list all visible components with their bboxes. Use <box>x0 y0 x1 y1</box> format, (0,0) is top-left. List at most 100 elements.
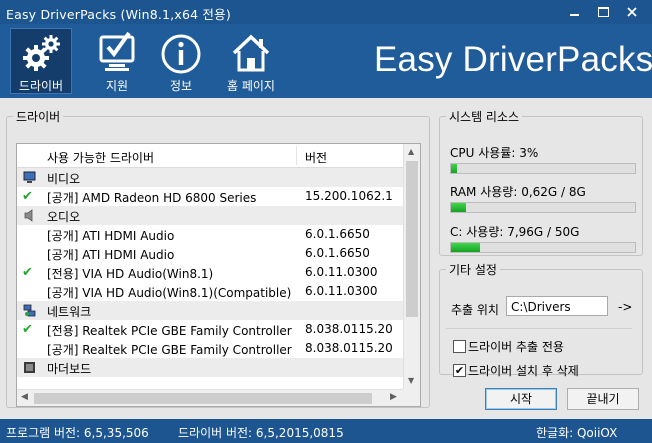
driver-version: 드라이버 버전: 6,5,2015,0815 <box>178 426 344 440</box>
close-button[interactable] <box>619 3 645 21</box>
driver-list[interactable]: 사용 가능한 드라이버 버전 비디오 ✔ [공개] AMD Radeon HD 68… <box>16 143 421 407</box>
driver-version: 8.038.0115.20 <box>305 322 393 336</box>
driver-version: 15.200.1062.1 <box>305 189 393 203</box>
driver-row[interactable]: ✔ [공개] AMD Radeon HD 6800 Series 15.200.10… <box>17 187 403 206</box>
driver-version: 6.0.11.0300 <box>305 265 378 279</box>
other-settings-title: 기타 설정 <box>449 263 497 277</box>
minimize-button[interactable] <box>561 3 587 21</box>
scroll-corner <box>403 389 420 406</box>
ram-usage-fill <box>451 203 466 212</box>
nav-label-drivers: 드라이버 <box>18 79 64 93</box>
driver-version: 6.0.1.6650 <box>305 227 370 241</box>
driver-name: [공개] ATI HDMI Audio <box>47 248 175 262</box>
nav-label-homepage: 홈 페이지 <box>227 79 275 93</box>
disk-usage-bar <box>450 242 636 253</box>
disk-usage-fill <box>451 243 481 252</box>
nav-label-info: 정보 <box>169 79 193 93</box>
maximize-icon <box>597 7 609 17</box>
status-bar: 프로그램 버전: 6,5,35,506 드라이버 버전: 6,5,2015,08… <box>0 419 652 443</box>
close-icon <box>627 7 637 17</box>
horizontal-scroll-thumb[interactable] <box>34 393 372 404</box>
start-button[interactable]: 시작 <box>485 388 557 410</box>
driver-row[interactable]: ✔ [전용] VIA HD Audio(Win8.1) 6.0.11.0300 <box>17 263 403 282</box>
driver-row[interactable]: [공개] Realtek PCIe GBE Family Controller 8… <box>17 339 403 358</box>
category-name: 마더보드 <box>47 362 92 376</box>
checkmark-monitor-icon <box>99 32 135 71</box>
other-settings-group: 기타 설정 추출 위치 C:\Drivers -> 드라이버 추출 전용 ✔ 드… <box>439 261 643 378</box>
category-name: 비디오 <box>47 172 81 186</box>
category-name: 네트워크 <box>47 305 92 319</box>
browse-path-button[interactable]: -> <box>618 300 632 314</box>
drivers-group: 드라이버 사용 가능한 드라이버 버전 비디오 ✔ [공개] AMD Radeon … <box>6 108 430 408</box>
minimize-icon <box>569 14 579 16</box>
driver-name: [공개] Realtek PCIe GBE Family Controller <box>47 343 292 357</box>
network-icon <box>23 304 36 317</box>
info-icon <box>161 34 201 74</box>
window-title: Easy DriverPacks (Win8.1,x64 전용) <box>6 7 231 22</box>
column-header-available-drivers[interactable]: 사용 가능한 드라이버 <box>47 149 154 166</box>
horizontal-scrollbar[interactable]: ◀ ▶ <box>17 389 403 406</box>
driver-version: 6.0.11.0300 <box>305 284 378 298</box>
brand-title: Easy DriverPacks <box>374 40 652 79</box>
driver-version: 6.0.1.6650 <box>305 246 370 260</box>
nav-drivers[interactable]: 드라이버 <box>10 28 72 94</box>
nav-support[interactable]: 지원 <box>86 28 148 94</box>
category-row[interactable]: 네트워크 <box>17 301 403 320</box>
exit-button[interactable]: 끝내기 <box>567 388 639 410</box>
driver-row[interactable]: [공개] VIA HD Audio(Win8.1)(Compatible) 6.0… <box>17 282 403 301</box>
vertical-scrollbar[interactable]: ▲ ▼ <box>403 144 420 389</box>
speaker-icon <box>23 209 36 222</box>
scroll-up-icon[interactable]: ▲ <box>408 147 414 156</box>
system-resources-title: 시스템 리소스 <box>449 110 520 124</box>
ram-usage-bar <box>450 202 636 213</box>
settings-divider <box>446 328 632 329</box>
driver-list-header: 사용 가능한 드라이버 버전 <box>17 144 403 168</box>
header-toolbar: 드라이버 지원 정보 홈 페이지 Easy DriverPacks <box>0 24 652 98</box>
cpu-usage-bar <box>450 163 636 174</box>
driver-row[interactable]: ✔ [전용] Realtek PCIe GBE Family Controller… <box>17 320 403 339</box>
vertical-scroll-thumb[interactable] <box>406 161 418 317</box>
category-row[interactable]: 비디오 <box>17 168 403 187</box>
cpu-usage-label: CPU 사용률: 3% <box>450 146 539 160</box>
extract-path-field[interactable]: C:\Drivers <box>506 296 608 316</box>
checkmark-icon: ✔ <box>22 189 33 204</box>
column-header-version[interactable]: 버전 <box>305 149 327 166</box>
cpu-usage-fill <box>451 164 457 173</box>
scroll-down-icon[interactable]: ▼ <box>408 376 414 385</box>
checkmark-icon: ✔ <box>22 265 33 280</box>
title-bar[interactable]: Easy DriverPacks (Win8.1,x64 전용) <box>0 0 652 24</box>
category-name: 오디오 <box>47 210 81 224</box>
disk-usage-label: C: 사용량: 7,96G / 50G <box>450 225 580 239</box>
driver-row[interactable]: [공개] ATI HDMI Audio 6.0.1.6650 <box>17 225 403 244</box>
driver-name: [전용] VIA HD Audio(Win8.1) <box>47 267 214 281</box>
driver-version: 8.038.0115.20 <box>305 341 393 355</box>
driver-row[interactable]: [공개] ATI HDMI Audio 6.0.1.6650 <box>17 244 403 263</box>
home-icon <box>232 34 270 72</box>
category-row[interactable]: 오디오 <box>17 206 403 225</box>
driver-name: [전용] Realtek PCIe GBE Family Controller <box>47 324 292 338</box>
checkmark-icon: ✔ <box>22 322 33 337</box>
extract-only-label[interactable]: 드라이버 추출 전용 <box>468 338 564 355</box>
monitor-icon <box>23 171 36 184</box>
driver-name: [공개] AMD Radeon HD 6800 Series <box>47 191 257 205</box>
system-resources-group: 시스템 리소스 CPU 사용률: 3% RAM 사용량: 0,62G / 8G … <box>439 108 643 256</box>
delete-after-install-label[interactable]: 드라이버 설치 후 삭제 <box>468 362 579 379</box>
driver-name: [공개] VIA HD Audio(Win8.1)(Compatible) <box>47 286 292 300</box>
nav-info[interactable]: 정보 <box>150 28 212 94</box>
nav-homepage[interactable]: 홈 페이지 <box>220 28 282 94</box>
ram-usage-label: RAM 사용량: 0,62G / 8G <box>450 185 586 199</box>
scroll-right-icon[interactable]: ▶ <box>390 392 397 402</box>
drivers-group-title: 드라이버 <box>16 110 61 124</box>
gears-icon <box>23 35 60 71</box>
localization-credit: 한글화: QoiiOX <box>536 426 618 440</box>
program-version: 프로그램 버전: 6,5,35,506 <box>6 426 149 440</box>
column-divider <box>296 146 297 165</box>
nav-label-support: 지원 <box>105 79 129 93</box>
extract-location-label: 추출 위치 <box>451 303 499 317</box>
category-row[interactable]: 마더보드 <box>17 358 403 377</box>
scroll-left-icon[interactable]: ◀ <box>21 392 28 402</box>
extract-only-checkbox[interactable] <box>453 340 466 353</box>
maximize-button[interactable] <box>590 3 616 21</box>
delete-after-install-checkbox[interactable]: ✔ <box>453 364 466 377</box>
chip-icon <box>23 361 36 374</box>
